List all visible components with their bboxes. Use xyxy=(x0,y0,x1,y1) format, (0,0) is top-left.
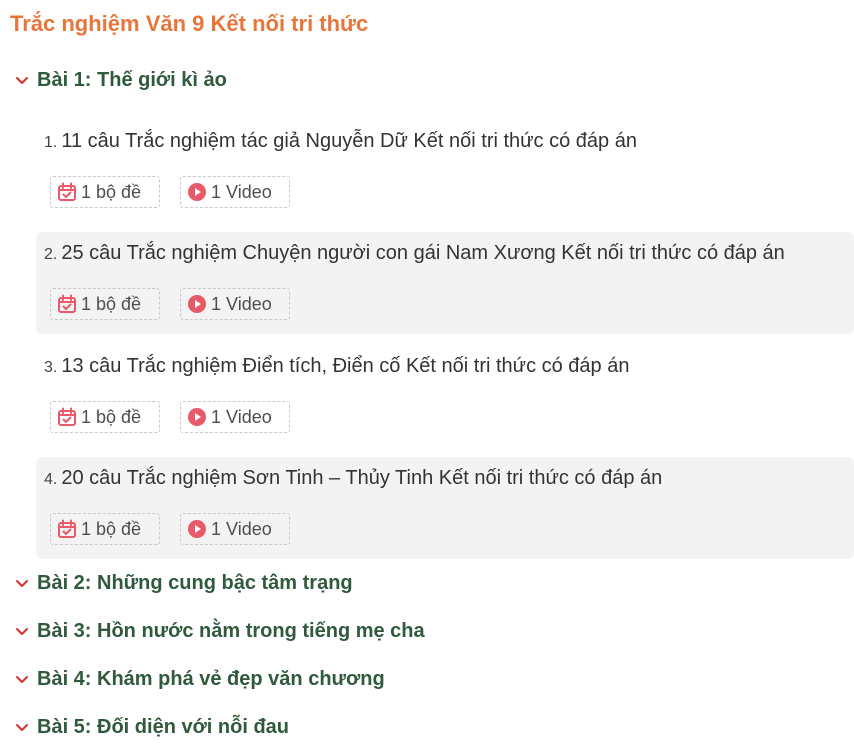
chevron-down-icon xyxy=(14,575,30,591)
lesson-header-4[interactable]: Bài 4: Khám phá vẻ đẹp văn chương xyxy=(14,666,385,692)
lesson-title: Bài 3: Hồn nước nằm trong tiếng mẹ cha xyxy=(37,620,425,642)
lesson-title: Bài 5: Đối diện với nỗi đau xyxy=(37,716,290,738)
chevron-down-icon xyxy=(14,623,30,639)
item-number: 2. xyxy=(44,246,58,263)
play-circle-icon xyxy=(187,294,207,314)
video-count-badge[interactable]: 1 Video xyxy=(180,401,290,433)
test-count-label: 1 bộ đề xyxy=(81,406,142,427)
video-count-label: 1 Video xyxy=(211,406,272,427)
test-count-label: 1 bộ đề xyxy=(81,293,142,314)
calendar-check-icon xyxy=(57,294,77,314)
quiz-link[interactable]: 25 câu Trắc nghiệm Chuyện người con gái … xyxy=(61,242,784,264)
quiz-title-row: 2. 25 câu Trắc nghiệm Chuyện người con gá… xyxy=(44,240,785,268)
play-circle-icon xyxy=(187,519,207,539)
play-circle-icon xyxy=(187,407,207,427)
quiz-link[interactable]: 11 câu Trắc nghiệm tác giả Nguyễn Dữ Kết… xyxy=(61,130,637,152)
quiz-link[interactable]: 13 câu Trắc nghiệm Điển tích, Điển cố Kế… xyxy=(61,355,629,377)
video-count-label: 1 Video xyxy=(211,181,272,202)
quiz-link[interactable]: 20 câu Trắc nghiệm Sơn Tinh – Thủy Tinh … xyxy=(61,467,662,489)
quiz-title-row: 1. 11 câu Trắc nghiệm tác giả Nguyễn Dữ K… xyxy=(44,128,637,156)
test-count-label: 1 bộ đề xyxy=(81,518,142,539)
lesson-header-5[interactable]: Bài 5: Đối diện với nỗi đau xyxy=(14,714,289,740)
lesson-title: Bài 4: Khám phá vẻ đẹp văn chương xyxy=(37,668,385,690)
item-number: 4. xyxy=(44,471,58,488)
quiz-title-row: 3. 13 câu Trắc nghiệm Điển tích, Điển cố … xyxy=(44,353,629,381)
lesson-header-2[interactable]: Bài 2: Những cung bậc tâm trạng xyxy=(14,570,353,596)
video-count-badge[interactable]: 1 Video xyxy=(180,176,290,208)
video-count-label: 1 Video xyxy=(211,293,272,314)
chevron-down-icon xyxy=(14,671,30,687)
lesson-header-3[interactable]: Bài 3: Hồn nước nằm trong tiếng mẹ cha xyxy=(14,618,425,644)
video-count-badge[interactable]: 1 Video xyxy=(180,288,290,320)
quiz-title-row: 4. 20 câu Trắc nghiệm Sơn Tinh – Thủy Tin… xyxy=(44,465,662,493)
lesson-title: Bài 2: Những cung bậc tâm trạng xyxy=(37,572,353,594)
video-count-badge[interactable]: 1 Video xyxy=(180,513,290,545)
play-circle-icon xyxy=(187,182,207,202)
test-count-badge[interactable]: 1 bộ đề xyxy=(50,513,160,545)
quiz-item-1: 1. 11 câu Trắc nghiệm tác giả Nguyễn Dữ K… xyxy=(36,120,854,222)
item-number: 1. xyxy=(44,134,58,151)
lesson-title: Bài 1: Thế giới kì ảo xyxy=(37,69,227,91)
calendar-check-icon xyxy=(57,182,77,202)
chevron-down-icon xyxy=(14,719,30,735)
quiz-item-4: 4. 20 câu Trắc nghiệm Sơn Tinh – Thủy Tin… xyxy=(36,457,854,559)
video-count-label: 1 Video xyxy=(211,518,272,539)
lesson-header-1[interactable]: Bài 1: Thế giới kì ảo xyxy=(14,67,227,93)
page-title: Trắc nghiệm Văn 9 Kết nối tri thức xyxy=(10,11,369,36)
item-number: 3. xyxy=(44,359,58,376)
calendar-check-icon xyxy=(57,407,77,427)
quiz-item-3: 3. 13 câu Trắc nghiệm Điển tích, Điển cố … xyxy=(36,345,854,447)
test-count-badge[interactable]: 1 bộ đề xyxy=(50,288,160,320)
test-count-badge[interactable]: 1 bộ đề xyxy=(50,176,160,208)
calendar-check-icon xyxy=(57,519,77,539)
quiz-item-2: 2. 25 câu Trắc nghiệm Chuyện người con gá… xyxy=(36,232,854,334)
test-count-badge[interactable]: 1 bộ đề xyxy=(50,401,160,433)
chevron-down-icon xyxy=(14,72,30,88)
test-count-label: 1 bộ đề xyxy=(81,181,142,202)
